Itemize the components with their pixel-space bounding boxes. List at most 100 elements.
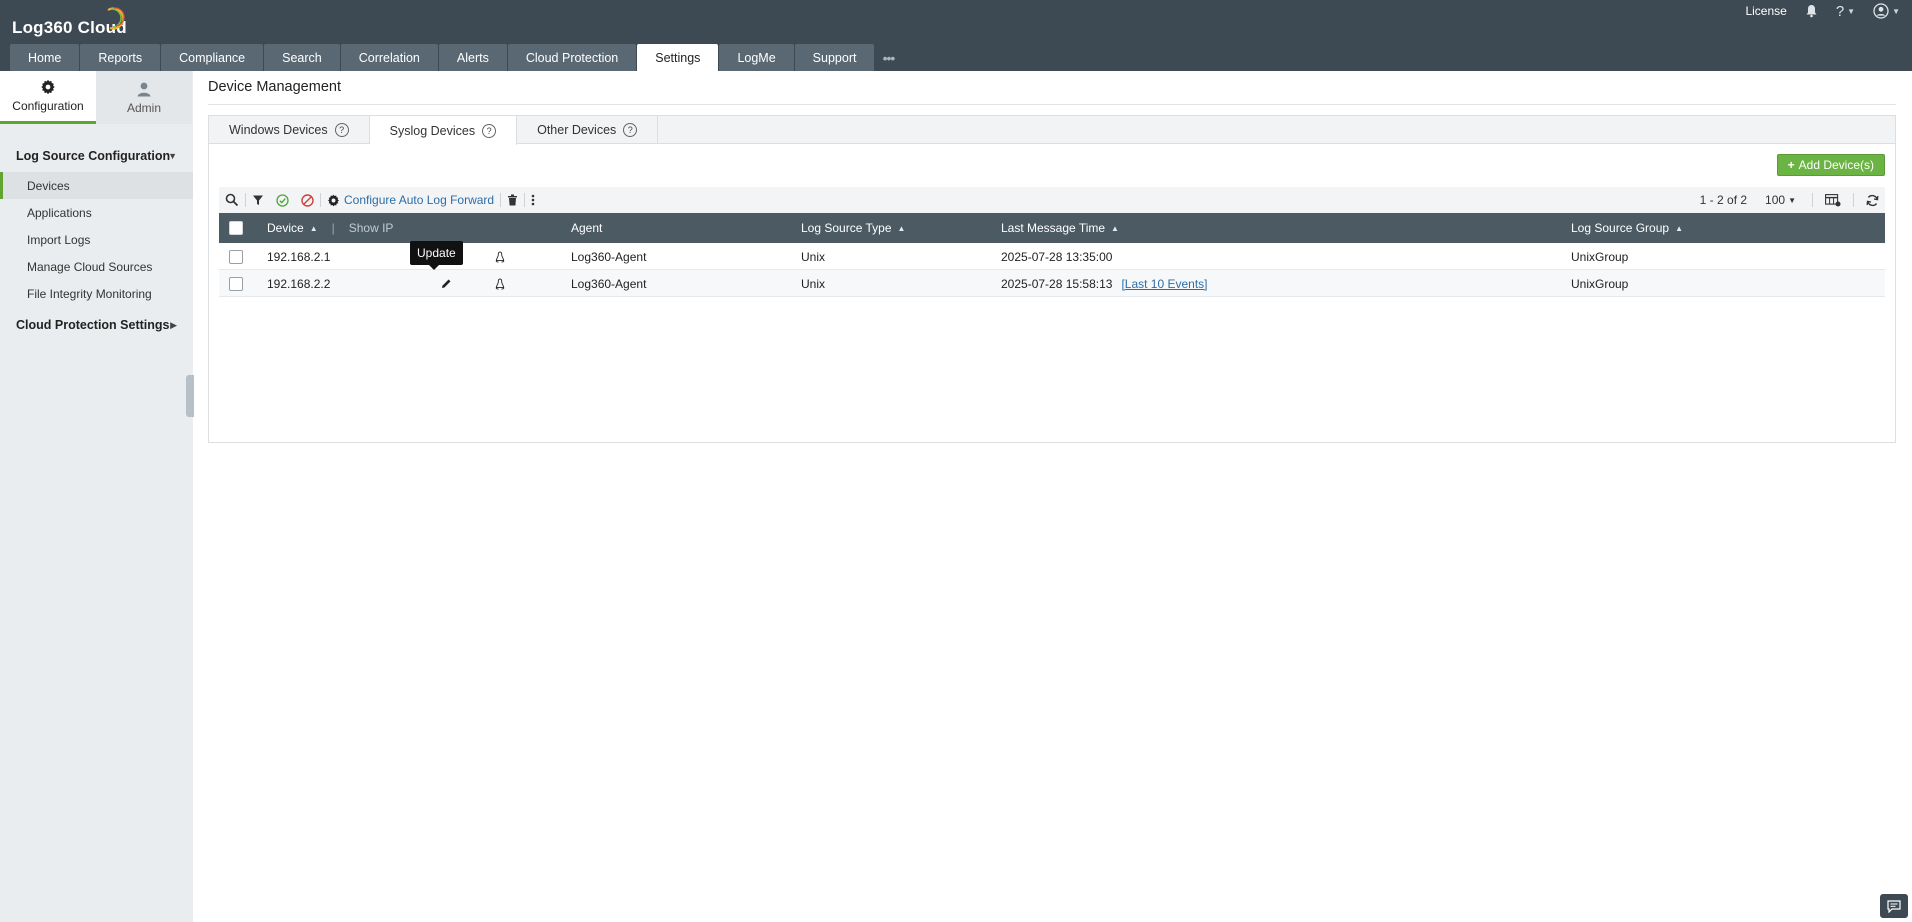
gear-icon bbox=[327, 194, 340, 206]
toolbar-divider bbox=[1853, 193, 1854, 207]
page-title: Device Management bbox=[208, 79, 341, 95]
column-log-source-type[interactable]: Log Source Type ▲ bbox=[801, 213, 905, 243]
delete-button[interactable] bbox=[501, 187, 524, 213]
refresh-button[interactable] bbox=[1860, 187, 1885, 213]
show-ip-toggle[interactable]: Show IP bbox=[349, 221, 394, 235]
chat-button[interactable] bbox=[1880, 894, 1908, 918]
more-dots-icon[interactable]: ••• bbox=[875, 44, 901, 71]
help-icon: ? bbox=[1835, 2, 1845, 20]
filter-icon bbox=[253, 195, 263, 205]
grid-toolbar: Configure Auto Log Forward 1 - 2 of 2 10… bbox=[219, 187, 1885, 213]
last-message-time-cell: 2025-07-28 15:58:13 [Last 10 Events] bbox=[1001, 270, 1208, 297]
device-cell: 192.168.2.1 bbox=[267, 249, 331, 264]
admin-label: Admin bbox=[126, 100, 161, 115]
nav-tab-correlation[interactable]: Correlation bbox=[340, 44, 438, 71]
nav-tab-cloud-protection[interactable]: Cloud Protection bbox=[507, 44, 637, 71]
add-devices-button[interactable]: + Add Device(s) bbox=[1776, 154, 1885, 176]
more-actions-button[interactable] bbox=[525, 187, 541, 213]
device-panel: Windows Devices ? Syslog Devices ? Other… bbox=[208, 115, 1896, 443]
table-row[interactable]: 192.168.2.1 Log360-Agent Unix 2025-07-28… bbox=[219, 243, 1885, 270]
sidebar: Configuration Admin Log Source Configura… bbox=[0, 71, 194, 922]
plus-icon: + bbox=[1787, 158, 1795, 172]
help-menu[interactable]: ? ▼ bbox=[1836, 3, 1855, 20]
log-source-type-cell: Unix bbox=[801, 249, 826, 264]
table-row[interactable]: 192.168.2.2 Log360-Agent Unix 2025-07-28… bbox=[219, 270, 1885, 297]
configuration-label: Configuration bbox=[12, 99, 84, 113]
column-log-source-group[interactable]: Log Source Group ▲ bbox=[1571, 213, 1683, 243]
sidebar-item-applications[interactable]: Applications bbox=[0, 199, 193, 226]
column-chooser-button[interactable] bbox=[1819, 187, 1847, 213]
sidebar-item-manage-cloud-sources[interactable]: Manage Cloud Sources bbox=[0, 253, 193, 280]
configuration-switch[interactable]: Configuration bbox=[0, 71, 96, 124]
nav-tab-logme[interactable]: LogMe bbox=[719, 44, 794, 71]
sidebar-collapse-handle[interactable] bbox=[186, 375, 194, 417]
more-vertical-icon bbox=[531, 194, 535, 206]
license-link[interactable]: License bbox=[1745, 4, 1786, 18]
last-10-events-link[interactable]: [Last 10 Events] bbox=[1121, 277, 1207, 291]
row-select-cell bbox=[229, 270, 243, 297]
row-checkbox[interactable] bbox=[229, 276, 243, 291]
per-page-select[interactable]: 100 ▼ bbox=[1765, 193, 1796, 207]
column-log-source-type-label: Log Source Type bbox=[801, 221, 892, 235]
column-last-message-time-label: Last Message Time bbox=[1001, 221, 1106, 235]
log-source-configuration-section[interactable]: Log Source Configuration ▼ bbox=[0, 144, 193, 168]
last-message-time-value: 2025-07-28 13:35:00 bbox=[1001, 249, 1113, 264]
disable-button[interactable] bbox=[295, 187, 320, 213]
configure-auto-log-forward-button[interactable]: Configure Auto Log Forward bbox=[321, 187, 500, 213]
nav-tab-reports[interactable]: Reports bbox=[80, 44, 161, 71]
nav-tab-home[interactable]: Home bbox=[10, 44, 80, 71]
linux-icon bbox=[495, 243, 505, 270]
edit-icon[interactable] bbox=[441, 270, 452, 297]
configure-auto-log-forward-label: Configure Auto Log Forward bbox=[344, 193, 495, 207]
chevron-down-icon: ▼ bbox=[1847, 6, 1856, 16]
column-agent-label: Agent bbox=[571, 221, 603, 235]
last-message-time-value: 2025-07-28 15:58:13 bbox=[1001, 276, 1113, 291]
linux-icon bbox=[495, 270, 505, 297]
help-circle-icon[interactable]: ? bbox=[334, 123, 349, 137]
header-divider: | bbox=[331, 221, 335, 235]
row-select-cell bbox=[229, 243, 243, 270]
admin-switch[interactable]: Admin bbox=[96, 71, 192, 124]
row-checkbox[interactable] bbox=[229, 249, 243, 264]
tab-label: Syslog Devices bbox=[389, 123, 476, 138]
cloud-protection-settings-section[interactable]: Cloud Protection Settings ▶ bbox=[0, 313, 193, 337]
nav-tab-settings[interactable]: Settings bbox=[637, 44, 719, 71]
filter-button[interactable] bbox=[246, 187, 270, 213]
user-icon bbox=[137, 82, 151, 96]
search-icon bbox=[225, 193, 239, 207]
search-button[interactable] bbox=[219, 187, 245, 213]
pagination-info: 1 - 2 of 2 bbox=[1699, 193, 1748, 207]
nav-tab-alerts[interactable]: Alerts bbox=[438, 44, 507, 71]
column-last-message-time[interactable]: Last Message Time ▲ bbox=[1001, 213, 1119, 243]
sidebar-item-import-logs[interactable]: Import Logs bbox=[0, 226, 193, 253]
select-all-checkbox[interactable] bbox=[229, 221, 243, 235]
tab-label: Windows Devices bbox=[229, 123, 328, 137]
column-agent[interactable]: Agent bbox=[571, 213, 602, 243]
nav-tab-compliance[interactable]: Compliance bbox=[161, 44, 264, 71]
sidebar-item-devices[interactable]: Devices bbox=[0, 172, 193, 199]
log-source-group-cell: UnixGroup bbox=[1571, 276, 1629, 291]
toolbar-right: 1 - 2 of 2 100 ▼ bbox=[1700, 187, 1885, 213]
user-icon bbox=[1873, 3, 1889, 19]
enable-button[interactable] bbox=[270, 187, 295, 213]
table-header: Device ▲ | Show IP Agent Log Source Type… bbox=[219, 213, 1885, 243]
column-settings-icon bbox=[1825, 193, 1841, 206]
help-circle-icon[interactable]: ? bbox=[482, 123, 497, 138]
sidebar-item-file-integrity-monitoring[interactable]: File Integrity Monitoring bbox=[0, 280, 193, 307]
column-log-source-group-label: Log Source Group bbox=[1571, 221, 1670, 235]
agent-cell: Log360-Agent bbox=[571, 249, 647, 264]
nav-tab-support[interactable]: Support bbox=[794, 44, 875, 71]
user-menu[interactable]: ▼ bbox=[1873, 3, 1900, 19]
bell-icon[interactable] bbox=[1805, 4, 1818, 18]
tab-other-devices[interactable]: Other Devices ? bbox=[517, 116, 659, 144]
column-device[interactable]: Device ▲ | Show IP bbox=[267, 213, 393, 243]
nav-tab-search[interactable]: Search bbox=[264, 44, 340, 71]
add-devices-label: Add Device(s) bbox=[1798, 158, 1874, 172]
log360-swoosh-icon bbox=[107, 7, 125, 30]
tab-syslog-devices[interactable]: Syslog Devices ? bbox=[369, 116, 518, 145]
select-all-cell bbox=[229, 213, 243, 243]
last-message-time-cell: 2025-07-28 13:35:00 bbox=[1001, 243, 1112, 270]
help-circle-icon[interactable]: ? bbox=[623, 123, 638, 137]
tab-windows-devices[interactable]: Windows Devices ? bbox=[209, 116, 370, 144]
disable-icon bbox=[301, 193, 314, 207]
